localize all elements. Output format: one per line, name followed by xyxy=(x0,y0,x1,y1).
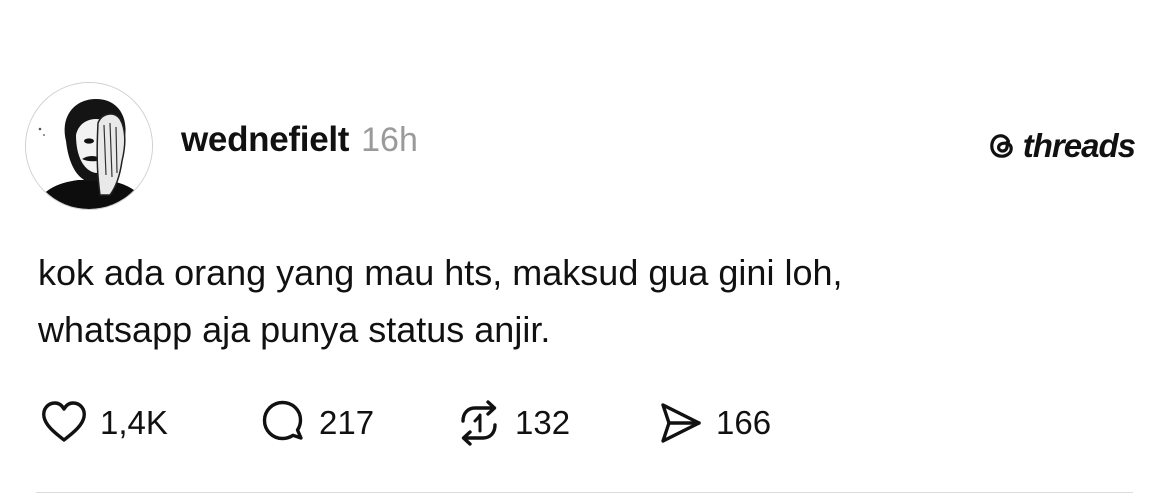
reply-count: 217 xyxy=(319,404,375,441)
divider xyxy=(36,492,1133,493)
like-count: 1,4K xyxy=(100,404,168,441)
share-count: 166 xyxy=(716,404,772,441)
avatar-image xyxy=(26,83,152,209)
like-button[interactable]: 1,4K xyxy=(38,397,257,449)
post-actions: 1,4K 217 132 166 xyxy=(38,398,771,448)
post-text-line: kok ada orang yang mau hts, maksud gua g… xyxy=(38,252,843,293)
post-text-line: whatsapp aja punya status anjir. xyxy=(38,309,551,350)
avatar[interactable] xyxy=(25,82,153,210)
repost-arrows-icon xyxy=(461,400,497,446)
share-button[interactable]: 166 xyxy=(654,397,771,449)
threads-brand: threads xyxy=(987,125,1136,167)
username[interactable]: wednefielt xyxy=(181,120,349,160)
timestamp: 16h xyxy=(361,121,418,159)
reply-button[interactable]: 217 xyxy=(257,397,453,449)
threads-logo-icon xyxy=(989,134,1013,158)
post-content: kok ada orang yang mau hts, maksud gua g… xyxy=(38,244,1138,358)
repost-count: 132 xyxy=(515,404,571,441)
speech-bubble-icon xyxy=(262,400,303,441)
post-header: wednefielt 16h xyxy=(181,120,418,170)
repost-button[interactable]: 132 xyxy=(453,397,654,449)
send-icon xyxy=(661,403,701,443)
heart-icon xyxy=(42,401,86,442)
brand-wordmark: threads xyxy=(1022,127,1136,164)
threads-post-card: wednefielt 16h threads kok ada orang yan… xyxy=(0,0,1169,498)
